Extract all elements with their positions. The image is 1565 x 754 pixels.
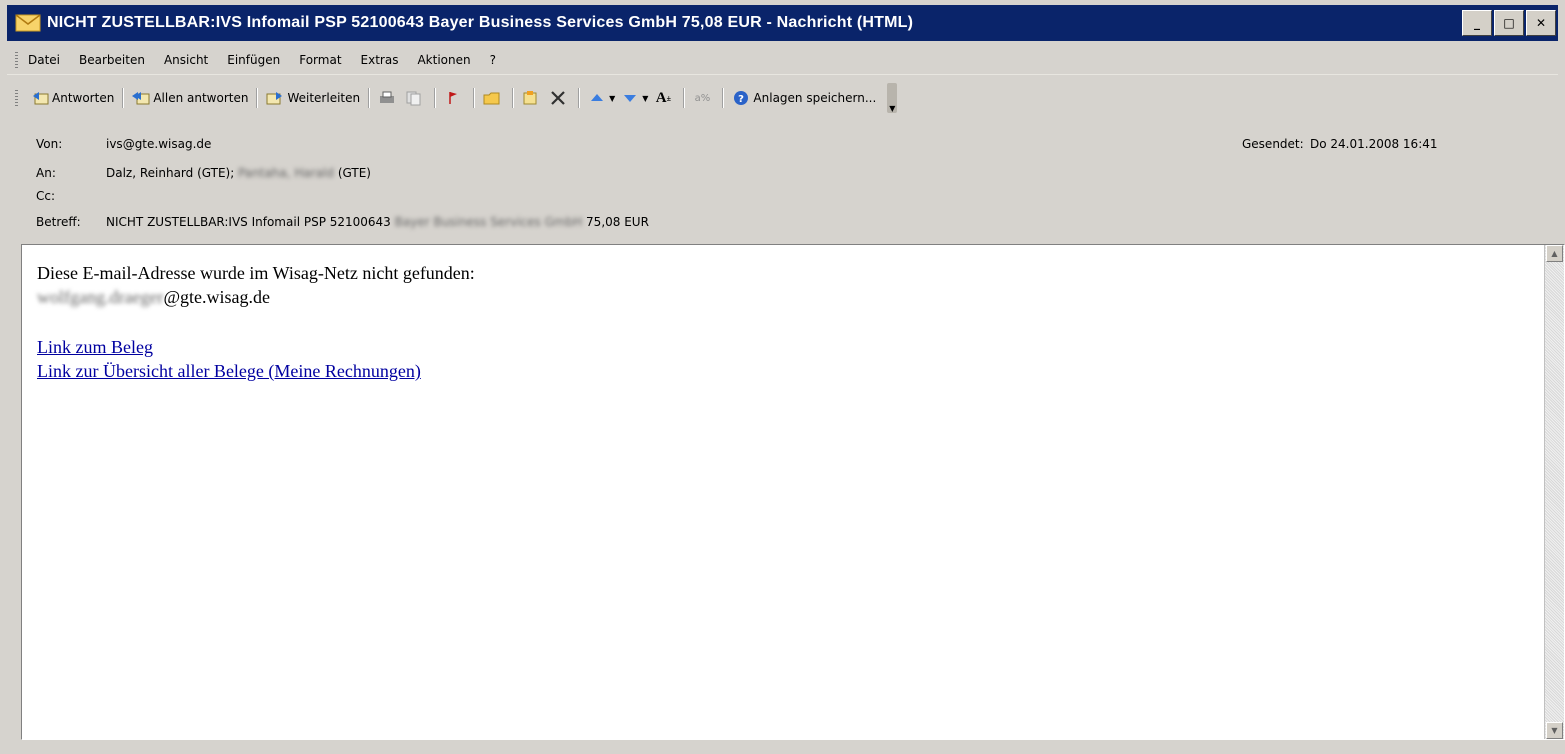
chevron-down-icon[interactable]: ▼ <box>609 94 615 103</box>
message-header: Von: ivs@gte.wisag.de An: Dalz, Reinhard (… <box>7 120 1558 244</box>
forward-label: Weiterleiten <box>287 91 361 105</box>
subject-value-suffix: 75,08 EUR <box>582 215 649 229</box>
flag-icon <box>444 90 462 106</box>
vertical-scrollbar[interactable]: ▲ ▼ <box>1544 245 1564 739</box>
menu-aktionen[interactable]: Aktionen <box>417 53 470 67</box>
reply-label: Antworten <box>52 91 115 105</box>
toolbar-separator <box>368 88 371 108</box>
menu-einfuegen[interactable]: Einfügen <box>227 53 280 67</box>
message-body-content: Diese E-mail-Adresse wurde im Wisag-Netz… <box>37 261 475 383</box>
encoding-icon: a% <box>694 92 711 104</box>
menu-bar: Datei Bearbeiten Ansicht Einfügen Format… <box>7 45 1558 75</box>
save-attachments-button[interactable]: ? Anlagen speichern... <box>729 90 879 106</box>
sent-value: Do 24.01.2008 16:41 <box>1310 137 1438 151</box>
sent-row: Gesendet: Do 24.01.2008 16:41 <box>1242 137 1438 151</box>
body-email-redacted: wolfgang.draeger <box>37 287 164 307</box>
message-body[interactable]: Diese E-mail-Adresse wurde im Wisag-Netz… <box>21 244 1565 740</box>
standard-toolbar: Antworten Allen antworten Weiterleiten ▼… <box>7 78 1057 118</box>
cc-label: Cc: <box>36 189 56 203</box>
to-label: An: <box>36 166 56 180</box>
to-value[interactable]: Dalz, Reinhard (GTE); <box>106 166 238 180</box>
reply-all-label: Allen antworten <box>153 91 249 105</box>
subject-label: Betreff: <box>36 215 81 229</box>
toolbar-separator <box>683 88 686 108</box>
reply-all-icon <box>132 90 150 106</box>
to-row: An: Dalz, Reinhard (GTE); Pantaha, Harald… <box>36 166 371 180</box>
reply-icon <box>31 90 49 106</box>
categorize-button[interactable] <box>519 90 546 106</box>
toolbar-separator <box>473 88 476 108</box>
toolbar-separator <box>722 88 725 108</box>
subject-value: NICHT ZUSTELLBAR:IVS Infomail PSP 521006… <box>106 215 395 229</box>
menu-format[interactable]: Format <box>299 53 341 67</box>
menu-extras[interactable]: Extras <box>361 53 399 67</box>
menu-grip[interactable] <box>15 51 18 68</box>
forward-icon <box>266 90 284 106</box>
to-value-redacted[interactable]: Pantaha, Harald <box>238 166 334 180</box>
font-size-button[interactable]: A ± <box>651 90 678 106</box>
toolbar-separator <box>578 88 581 108</box>
menu-ansicht[interactable]: Ansicht <box>164 53 208 67</box>
close-button[interactable]: ✕ <box>1526 10 1556 36</box>
next-item-button[interactable]: ▼ <box>618 90 651 106</box>
copy-button[interactable] <box>402 90 429 106</box>
help-circle-icon: ? <box>732 90 750 106</box>
scroll-down-button[interactable]: ▼ <box>1546 722 1563 739</box>
previous-item-button[interactable]: ▼ <box>585 90 618 106</box>
body-email-line: wolfgang.draeger@gte.wisag.de <box>37 285 475 309</box>
delete-button[interactable] <box>546 90 573 106</box>
sent-label: Gesendet: <box>1242 137 1304 151</box>
subject-row: Betreff: NICHT ZUSTELLBAR:IVS Infomail PS… <box>36 215 649 229</box>
reply-all-button[interactable]: Allen antworten <box>129 90 251 106</box>
maximize-button[interactable]: □ <box>1494 10 1524 36</box>
toolbar-separator <box>434 88 437 108</box>
folder-icon <box>483 90 501 106</box>
arrow-down-icon <box>621 90 639 106</box>
to-value-suffix: (GTE) <box>334 166 371 180</box>
from-label: Von: <box>36 137 63 151</box>
toolbar-grip[interactable] <box>15 90 18 106</box>
window-titlebar[interactable]: NICHT ZUSTELLBAR:IVS Infomail PSP 521006… <box>7 5 1558 41</box>
encoding-button[interactable]: a% <box>690 90 717 106</box>
move-to-folder-button[interactable] <box>480 90 507 106</box>
flag-button[interactable] <box>441 90 468 106</box>
arrow-up-icon <box>588 90 606 106</box>
subject-value-redacted: Bayer Business Services GmbH <box>394 215 583 229</box>
copy-icon <box>405 90 423 106</box>
font-size-icon: A ± <box>655 89 672 106</box>
minimize-button[interactable]: _ <box>1462 10 1492 36</box>
body-email-suffix: @gte.wisag.de <box>163 287 271 307</box>
menu-datei[interactable]: Datei <box>28 53 60 67</box>
reply-button[interactable]: Antworten <box>28 90 117 106</box>
chevron-down-icon[interactable]: ▼ <box>642 94 648 103</box>
delete-icon <box>549 90 567 106</box>
menu-bearbeiten[interactable]: Bearbeiten <box>79 53 145 67</box>
categorize-icon <box>522 90 540 106</box>
from-value[interactable]: ivs@gte.wisag.de <box>106 137 211 151</box>
print-button[interactable] <box>375 90 402 106</box>
link-to-receipt[interactable]: Link zum Beleg <box>37 335 475 359</box>
window-title: NICHT ZUSTELLBAR:IVS Infomail PSP 521006… <box>47 14 914 31</box>
envelope-icon <box>15 14 41 32</box>
from-row: Von: ivs@gte.wisag.de <box>36 137 211 151</box>
save-attachments-label: Anlagen speichern... <box>753 91 877 105</box>
scroll-up-button[interactable]: ▲ <box>1546 245 1563 262</box>
link-to-all-receipts[interactable]: Link zur Übersicht aller Belege (Meine R… <box>37 359 475 383</box>
svg-text:?: ? <box>739 94 745 105</box>
toolbar-separator <box>256 88 259 108</box>
printer-icon <box>378 90 396 106</box>
toolbar-separator <box>512 88 515 108</box>
toolbar-options-button[interactable]: ▼ <box>887 83 898 113</box>
menu-help[interactable]: ? <box>490 53 496 67</box>
toolbar-separator <box>122 88 125 108</box>
forward-button[interactable]: Weiterleiten <box>263 90 363 106</box>
cc-row: Cc: <box>36 189 106 203</box>
body-text-line: Diese E-mail-Adresse wurde im Wisag-Netz… <box>37 263 475 283</box>
